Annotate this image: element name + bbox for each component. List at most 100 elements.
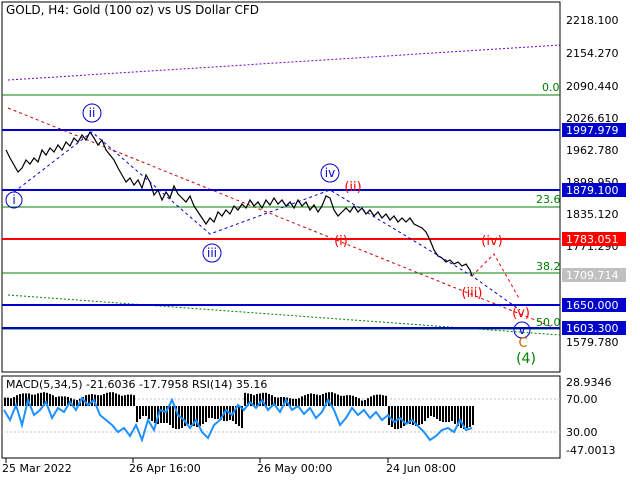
macd-bar: [160, 406, 162, 423]
fib-label: 23.6: [536, 193, 561, 206]
macd-bar: [316, 394, 318, 406]
macd-bar: [361, 400, 363, 406]
macd-bar: [169, 406, 171, 425]
macd-bar: [109, 392, 111, 406]
macd-bar: [139, 406, 141, 419]
macd-bar: [205, 406, 207, 422]
wave-label-red: (v): [512, 306, 530, 321]
macd-bar: [268, 394, 270, 406]
price-tick: 1579.780: [566, 336, 619, 349]
macd-bar: [142, 406, 144, 416]
macd-bar: [217, 406, 219, 419]
time-tick: 24 Jun 08:00: [386, 462, 456, 475]
macd-bar: [163, 406, 165, 423]
macd-bar: [151, 406, 153, 421]
macd-bar: [337, 394, 339, 406]
macd-bar: [211, 406, 213, 418]
price-chart[interactable]: 2218.100 2154.270 2090.440 2026.610 1962…: [0, 0, 640, 480]
macd-bar: [190, 406, 192, 425]
wave-label-red: (ii): [344, 180, 361, 195]
time-tick: 26 Apr 16:00: [129, 462, 201, 475]
macd-bar: [22, 393, 24, 406]
macd-bar: [226, 406, 228, 421]
macd-bar: [343, 395, 345, 406]
macd-bar: [100, 395, 102, 406]
macd-bar: [238, 406, 240, 426]
macd-bar: [34, 394, 36, 406]
macd-bar: [334, 393, 336, 406]
macd-bar: [199, 406, 201, 426]
macd-bar: [439, 406, 441, 421]
macd-bar: [31, 394, 33, 406]
macd-bar: [379, 394, 381, 406]
level-tag-text: 1997.979: [566, 124, 619, 137]
macd-bar: [292, 398, 294, 406]
price-tick: 1962.780: [566, 144, 619, 157]
symbol-timeframe: GOLD, H4:: [6, 3, 69, 17]
wave-label-blue: i: [12, 193, 15, 207]
wave-label-red: (i): [334, 234, 348, 249]
macd-bar: [187, 406, 189, 424]
wave-label-blue: v: [518, 323, 525, 337]
level-tag-text: 1603.300: [566, 322, 619, 335]
macd-bar: [346, 395, 348, 406]
macd-bar: [469, 406, 471, 427]
macd-bar: [352, 395, 354, 406]
macd-bar: [58, 396, 60, 406]
macd-bar: [121, 395, 123, 406]
macd-bar: [304, 395, 306, 406]
macd-bar: [4, 397, 6, 406]
macd-bar: [19, 394, 21, 406]
macd-bar: [118, 394, 120, 406]
macd-bar: [340, 395, 342, 406]
macd-bar: [115, 393, 117, 406]
macd-bar: [442, 406, 444, 422]
macd-bar: [37, 393, 39, 406]
macd-bar: [319, 395, 321, 406]
price-series-line: [5, 130, 473, 277]
indicator-header: MACD(5,34,5) -21.6036 -17.7958 RSI(14) 3…: [6, 378, 268, 391]
macd-bar: [106, 392, 108, 406]
macd-bar: [133, 395, 135, 406]
instrument-name: Gold (100 oz) vs US Dollar CFD: [72, 3, 260, 17]
macd-bar: [424, 406, 426, 421]
macd-bar: [451, 406, 453, 421]
macd-bar: [103, 394, 105, 406]
wave-label-red: (iii): [462, 286, 483, 301]
indicator-tick: -47.0013: [566, 444, 615, 457]
macd-bar: [145, 406, 147, 416]
macd-bar: [202, 406, 204, 424]
macd-bar: [385, 395, 387, 406]
price-tick: 2218.100: [566, 14, 619, 27]
macd-bar: [136, 406, 138, 422]
macd-bar: [280, 397, 282, 406]
macd-bar: [61, 396, 63, 406]
macd-bar: [445, 406, 447, 422]
macd-bar: [358, 398, 360, 406]
macd-bar: [208, 406, 210, 418]
macd-bar: [154, 406, 156, 423]
macd-bar: [448, 406, 450, 422]
macd-bar: [391, 406, 393, 427]
chart-header: GOLD, H4: Gold (100 oz) vs US Dollar CFD: [6, 3, 259, 17]
macd-bar: [364, 400, 366, 406]
macd-bar: [472, 406, 474, 425]
macd-bar: [394, 406, 396, 429]
wave-label-blue: ii: [89, 106, 96, 120]
wave-label-blue: iii: [207, 246, 217, 260]
macd-bar: [112, 392, 114, 406]
macd-bar: [172, 406, 174, 428]
macd-bar: [55, 397, 57, 406]
level-tag-text: 1709.714: [566, 269, 619, 282]
time-tick: 26 May 00:00: [257, 462, 332, 475]
macd-bar: [454, 406, 456, 424]
macd-bar: [322, 394, 324, 406]
main-pane-frame: [1, 1, 561, 373]
channel-upper-line: [7, 44, 561, 81]
macd-bar: [313, 394, 315, 406]
macd-bar: [97, 395, 99, 406]
price-tick: 1835.120: [566, 208, 619, 221]
macd-bar: [130, 394, 132, 406]
macd-bar: [49, 394, 51, 406]
macd-bar: [307, 394, 309, 406]
